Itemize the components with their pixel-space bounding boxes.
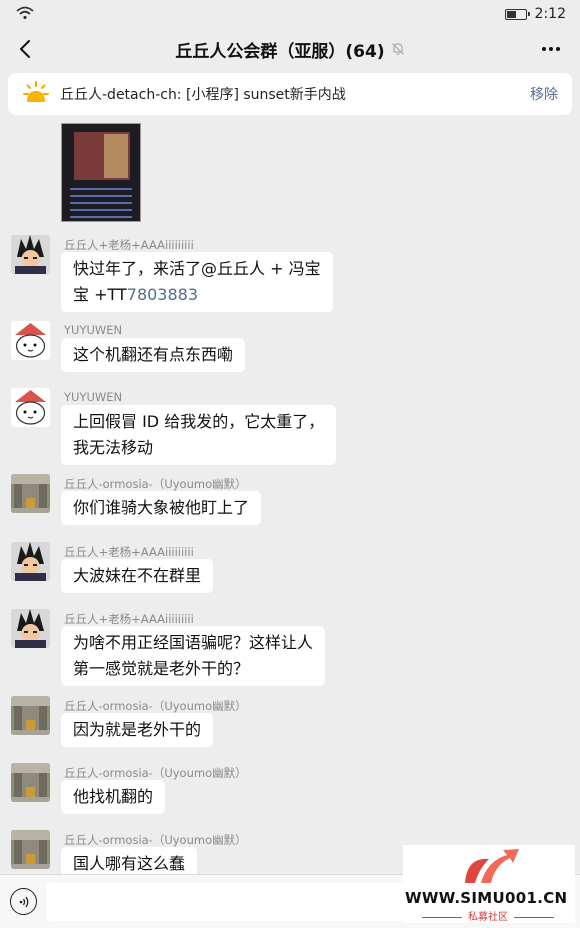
warehouse-avatar[interactable] (11, 474, 50, 513)
image-thumbnail-lines (70, 188, 132, 223)
chat-message-list[interactable]: 丘丘人+老杨+AAAiiiiiiiii 快过年了，来活了@丘丘人 + 冯宝 宝 … (0, 118, 580, 874)
more-options-button[interactable] (536, 36, 566, 62)
sender-name: 丘丘人-ormosia-（Uyoumo幽默） (64, 699, 247, 713)
nav-bar: 丘丘人公会群（亚服）(64) (0, 28, 580, 70)
message-line: 快过年了，来活了@丘丘人 + 冯宝 (73, 259, 321, 278)
sender-name: YUYUWEN (64, 390, 123, 404)
sun-icon (23, 81, 49, 102)
sender-name: 丘丘人+老杨+AAAiiiiiiiii (64, 612, 194, 626)
watermark-logo-icon (465, 849, 519, 883)
status-bar: 2:12 (0, 0, 580, 28)
voice-input-button[interactable] (10, 888, 37, 915)
message-line: 为啥不用正经国语骗呢？这样让人 (73, 633, 314, 652)
message-bubble[interactable]: 因为就是老外干的 (61, 713, 214, 747)
sender-name: 丘丘人+老杨+AAAiiiiiiiii (64, 238, 194, 252)
back-button[interactable] (12, 36, 38, 62)
message-line: 我无法移动 (73, 438, 154, 457)
remove-pinned-button[interactable]: 移除 (530, 84, 558, 104)
message-line: 这个机翻还有点东西嘞 (73, 345, 234, 364)
message-line: 上回假冒 ID 给我发的，它太重了， (73, 412, 325, 431)
phone-number-link[interactable]: 7803883 (127, 285, 198, 304)
watermark-site: WWW.SIMU001.CN (405, 889, 568, 907)
sender-name: 丘丘人-ormosia-（Uyoumo幽默） (64, 833, 247, 847)
sender-name: YUYUWEN (64, 323, 123, 337)
message-line-with-link: 宝 +TT7803883 (73, 282, 321, 308)
vegeta-avatar[interactable] (11, 542, 50, 581)
image-message[interactable] (61, 123, 141, 222)
chevron-left-icon (20, 40, 30, 58)
message-line: 国人哪有这么蠢 (73, 854, 186, 873)
message-line: 因为就是老外干的 (73, 720, 202, 739)
sender-name: 丘丘人+老杨+AAAiiiiiiiii (64, 545, 194, 559)
sender-name: 丘丘人-ormosia-（Uyoumo幽默） (64, 477, 247, 491)
message-bubble[interactable]: 大波妹在不在群里 (61, 559, 214, 593)
vegeta-avatar[interactable] (11, 609, 50, 648)
warehouse-avatar[interactable] (11, 696, 50, 735)
wifi-icon (16, 5, 34, 24)
message-bubble[interactable]: 上回假冒 ID 给我发的，它太重了， 我无法移动 (61, 405, 337, 465)
warehouse-avatar[interactable] (11, 763, 50, 802)
pinned-message-text: 丘丘人-detach-ch: [小程序] sunset新手内战 (60, 87, 346, 103)
battery-icon (504, 8, 530, 20)
message-line: 你们谁骑大象被他盯上了 (73, 498, 250, 517)
message-bubble[interactable]: 你们谁骑大象被他盯上了 (61, 491, 262, 525)
more-dots-icon (542, 47, 560, 51)
image-thumbnail-panel (104, 134, 128, 178)
sender-name: 丘丘人-ormosia-（Uyoumo幽默） (64, 766, 247, 780)
chat-title: 丘丘人公会群（亚服）(64) (175, 37, 404, 62)
watermark: WWW.SIMU001.CN 私募社区 (403, 845, 575, 923)
mute-bell-icon (391, 43, 404, 55)
message-bubble[interactable]: 国人哪有这么蠢 (61, 847, 198, 874)
rice-hat-avatar[interactable] (11, 321, 50, 360)
message-input[interactable] (46, 883, 422, 921)
pinned-message-bar[interactable]: 丘丘人-detach-ch: [小程序] sunset新手内战 移除 (8, 73, 572, 115)
message-bubble[interactable]: 这个机翻还有点东西嘞 (61, 338, 246, 372)
message-line: 宝 +TT (73, 285, 127, 304)
message-line: 他找机翻的 (73, 787, 154, 806)
clock: 2:12 (534, 6, 566, 22)
message-line: 大波妹在不在群里 (73, 566, 202, 585)
message-bubble[interactable]: 快过年了，来活了@丘丘人 + 冯宝 宝 +TT7803883 (61, 252, 333, 312)
voice-icon (19, 896, 28, 907)
rice-hat-avatar[interactable] (11, 388, 50, 427)
vegeta-avatar[interactable] (11, 235, 50, 274)
message-bubble[interactable]: 为啥不用正经国语骗呢？这样让人 第一感觉就是老外干的？ (61, 626, 326, 686)
watermark-label: 私募社区 (403, 908, 573, 923)
message-line: 第一感觉就是老外干的？ (73, 659, 250, 678)
chat-title-text: 丘丘人公会群（亚服）(64) (175, 41, 385, 62)
warehouse-avatar[interactable] (11, 830, 50, 869)
message-bubble[interactable]: 他找机翻的 (61, 780, 166, 814)
